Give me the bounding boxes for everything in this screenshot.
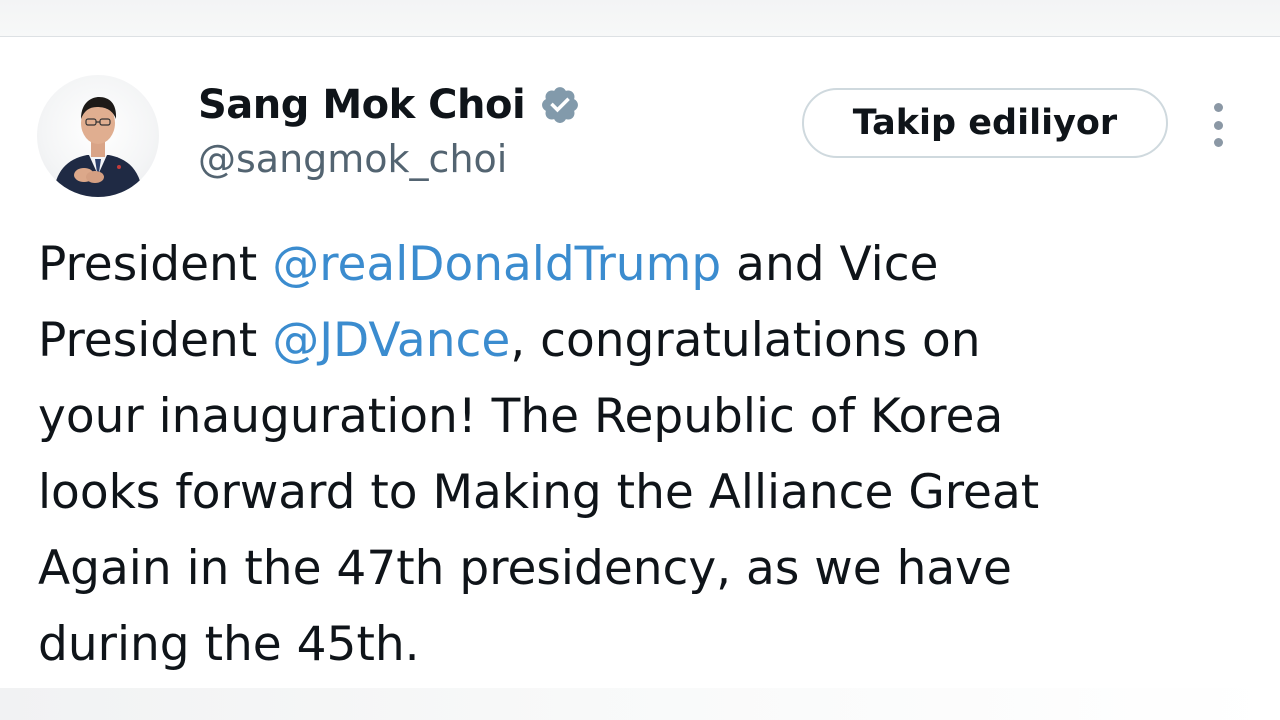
tweet-line: looks forward to Making the Alliance Gre…	[38, 465, 1040, 520]
tweet-line: Again in the 47th presidency, as we have	[38, 541, 1012, 596]
text-segment: and Vice	[721, 237, 939, 292]
more-dot	[1213, 103, 1223, 112]
avatar-portrait	[53, 97, 143, 197]
tweet-line: your inauguration! The Republic of Korea	[38, 389, 1004, 444]
tweet-line: President @JDVance, congratulations on	[38, 303, 1238, 379]
more-dot	[1213, 120, 1223, 130]
text-segment: , congratulations on	[510, 313, 981, 368]
tweet-body: President @realDonaldTrump and Vice Pres…	[38, 227, 1238, 683]
more-dot	[1213, 138, 1223, 147]
author-name-row: Sang Mok Choi	[198, 79, 581, 131]
tweet-line: President @realDonaldTrump and Vice	[38, 227, 1238, 303]
avatar[interactable]	[37, 75, 159, 197]
bottom-separator-strip	[0, 688, 1280, 720]
tweet-card: Sang Mok Choi @sangmok_choi Takip ediliy…	[0, 37, 1280, 687]
top-separator-strip	[0, 0, 1280, 37]
mention-link[interactable]: @realDonaldTrump	[272, 237, 721, 292]
display-name[interactable]: Sang Mok Choi	[198, 82, 526, 128]
more-options-icon[interactable]	[1200, 103, 1236, 147]
author-handle[interactable]: @sangmok_choi	[198, 137, 507, 181]
following-button[interactable]: Takip ediliyor	[802, 88, 1168, 158]
tweet-line: during the 45th.	[38, 617, 420, 672]
text-segment: President	[38, 313, 273, 368]
mention-link[interactable]: @JDVance	[272, 313, 510, 368]
text-segment: President	[38, 237, 273, 292]
verified-badge-icon[interactable]	[539, 84, 581, 126]
